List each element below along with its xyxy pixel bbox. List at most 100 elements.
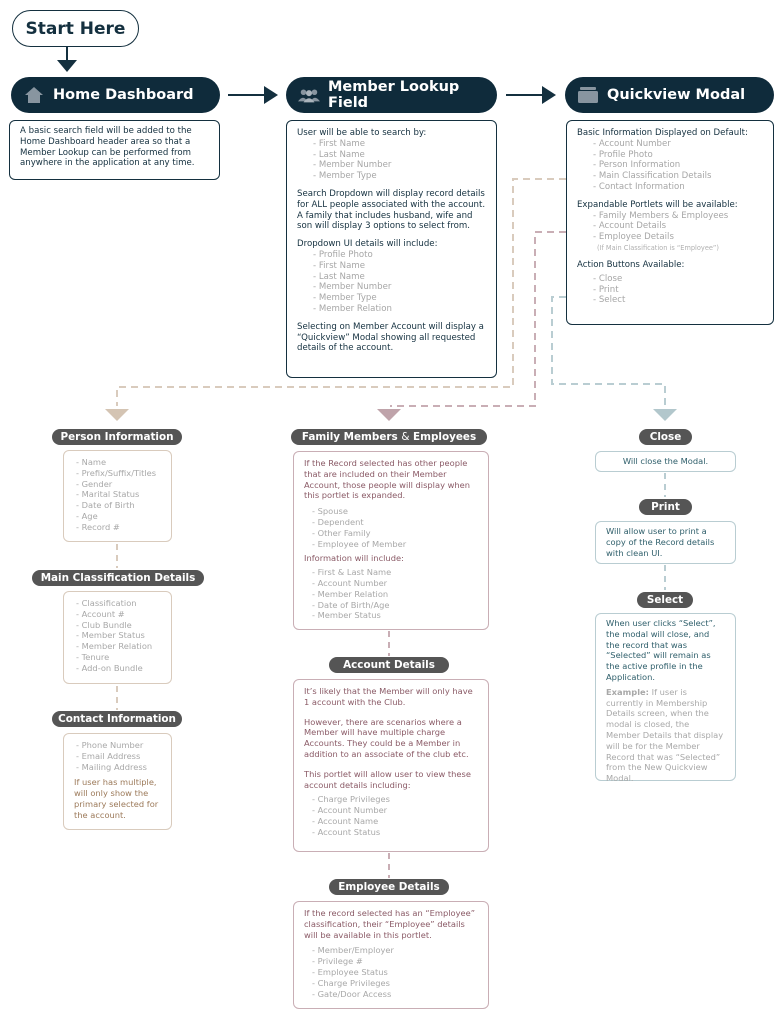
action-item: - Print — [593, 284, 619, 295]
account-details-label: Account Details — [329, 657, 449, 673]
home-icon — [23, 85, 45, 105]
action-buttons-title: Action Buttons Available: — [577, 259, 685, 270]
mauve-arrowhead — [377, 409, 401, 421]
start-here-pill: Start Here — [12, 10, 139, 47]
person-information-box: - Name - Prefix/Suffix/Titles - Gender -… — [63, 450, 172, 542]
classification-item: - Account # — [76, 608, 125, 619]
print-box: Will allow user to print a copy of the R… — [595, 521, 736, 564]
users-icon — [298, 85, 320, 105]
search-by-title: User will be able to search by: — [297, 128, 427, 138]
employee-intro: If the record selected has an “Employee”… — [304, 908, 476, 940]
classification-item: - Classification — [76, 598, 137, 608]
search-by-item: - Last Name — [313, 149, 365, 160]
search-by-item: - Member Number — [313, 160, 392, 171]
basic-info-item: - Contact Information — [593, 181, 685, 192]
family-info-item: - Date of Birth/Age — [312, 599, 390, 610]
main-classification-box: - Classification - Account # - Club Bund… — [63, 591, 172, 684]
select-label: Select — [637, 592, 693, 608]
person-info-item: - Name — [76, 457, 107, 467]
select-text: When user clicks “Select”, the modal wil… — [606, 618, 716, 682]
person-information-label: Person Information — [52, 429, 182, 445]
person-info-item: - Marital Status — [76, 489, 140, 500]
search-by-item: - First Name — [313, 138, 366, 149]
person-info-item: - Age — [76, 510, 98, 521]
dropdown-ui-item: - Member Number — [313, 282, 392, 293]
classification-item: - Tenure — [76, 651, 110, 662]
action-item: - Select — [593, 295, 626, 306]
dropdown-ui-item: - Profile Photo — [313, 249, 373, 260]
family-label-b: Employees — [413, 431, 477, 443]
home-dashboard-description-text: A basic search field will be added to th… — [20, 126, 195, 169]
action-item: - Close — [593, 273, 623, 284]
quickview-modal-header: Quickview Modal — [565, 77, 774, 113]
family-label-a: Family Members — [301, 431, 398, 443]
member-lookup-header: Member Lookup Field — [286, 77, 497, 113]
family-intro: If the Record selected has other people … — [304, 458, 471, 501]
dropdown-ui-title: Dropdown UI details will include: — [297, 239, 438, 250]
basic-info-item: - Account Number — [593, 138, 671, 149]
modal-stack-icon — [577, 85, 599, 105]
member-lookup-title: Member Lookup Field — [328, 79, 460, 111]
account-item: - Account Number — [312, 805, 388, 816]
classification-item: - Club Bundle — [76, 619, 132, 630]
person-info-item: - Date of Birth — [76, 500, 135, 511]
family-members-label: Family Members & Employees — [291, 429, 487, 445]
family-subtitle: Information will include: — [304, 553, 404, 564]
family-item: - Other Family — [312, 527, 371, 538]
family-info-item: - Member Status — [312, 610, 381, 621]
start-arrowhead — [57, 60, 77, 72]
employee-item: - Member/Employer — [312, 945, 394, 956]
contact-item: - Email Address — [76, 750, 141, 761]
basic-info-item: - Person Information — [593, 160, 681, 171]
main-classification-label: Main Classification Details — [32, 570, 204, 586]
arrowhead-lookup — [264, 86, 278, 104]
employee-item: - Employee Status — [312, 966, 388, 977]
quickview-modal-title: Quickview Modal — [607, 87, 746, 103]
contact-item: - Phone Number — [76, 740, 144, 750]
family-item: - Dependent — [312, 516, 364, 527]
search-dropdown-text: Search Dropdown will display record deta… — [297, 188, 486, 232]
contact-item: - Mailing Address — [76, 761, 147, 772]
classification-item: - Member Relation — [76, 641, 153, 652]
account-p3: This portlet will allow user to view the… — [304, 768, 471, 790]
contact-note: If user has multiple, will only show the… — [74, 777, 159, 820]
teal-arrowhead — [653, 409, 677, 421]
account-item: - Charge Privileges — [312, 794, 390, 805]
print-text: Will allow user to print a copy of the R… — [606, 526, 715, 558]
member-lookup-description: User will be able to search by: - First … — [286, 120, 497, 378]
portlet-item: - Family Members & Employees — [593, 210, 729, 221]
home-dashboard-header: Home Dashboard — [11, 77, 220, 113]
quickview-modal-description: Basic Information Displayed on Default: … — [566, 120, 774, 325]
selecting-member-text: Selecting on Member Account will display… — [297, 321, 484, 354]
person-info-item: - Prefix/Suffix/Titles — [76, 467, 157, 478]
employee-note: (If Main Classification is “Employee”) — [597, 243, 719, 252]
employee-item: - Gate/Door Access — [312, 988, 392, 999]
employee-details-box: If the record selected has an “Employee”… — [293, 901, 489, 1009]
employee-item: - Charge Privileges — [312, 977, 390, 988]
select-box: When user clicks “Select”, the modal wil… — [595, 613, 736, 783]
account-p1: It’s likely that the Member will only ha… — [304, 686, 473, 707]
account-p2: However, there are scenarios where a Mem… — [304, 716, 469, 759]
family-item: - Spouse — [312, 506, 348, 517]
family-info-item: - Member Relation — [312, 588, 389, 599]
family-info-item: - Account Number — [312, 577, 388, 588]
person-info-item: - Record # — [76, 521, 120, 532]
portlets-title: Expandable Portlets will be available: — [577, 199, 738, 210]
close-label: Close — [639, 429, 692, 445]
dropdown-ui-item: - Member Type — [313, 293, 377, 304]
basic-info-title: Basic Information Displayed on Default: — [577, 128, 748, 138]
contact-information-box: - Phone Number - Email Address - Mailing… — [63, 733, 172, 830]
search-by-item: - Member Type — [313, 171, 377, 182]
person-info-item: - Gender — [76, 478, 113, 489]
classification-item: - Member Status — [76, 630, 145, 641]
dropdown-ui-item: - Member Relation — [313, 303, 392, 314]
print-label: Print — [639, 499, 692, 515]
basic-info-item: - Profile Photo — [593, 149, 653, 160]
account-item: - Account Name — [312, 815, 379, 826]
close-text: Will close the Modal. — [622, 456, 709, 466]
dropdown-ui-item: - First Name — [313, 260, 366, 271]
portlet-item: - Employee Details — [593, 232, 674, 243]
family-info-item: - First & Last Name — [312, 567, 392, 578]
employee-details-label: Employee Details — [329, 879, 449, 895]
example-label: Example: — [606, 686, 649, 697]
